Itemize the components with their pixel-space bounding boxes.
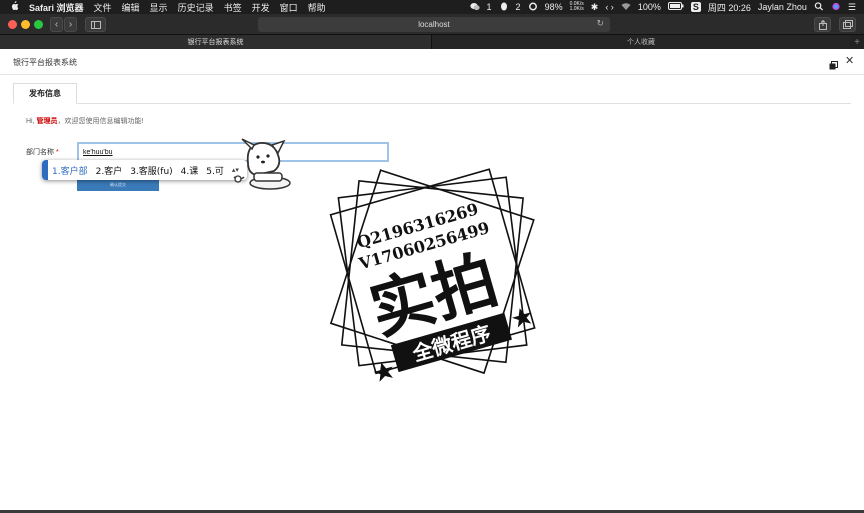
menu-file[interactable]: 文件 xyxy=(94,1,112,14)
watermark-stamp: Q2196316269 V17060256499 实拍 全微程序 xyxy=(329,168,536,382)
battery-icon[interactable] xyxy=(667,2,684,12)
web-page: 银行平台报表系统 ✕ 发布信息 Hi, 管理员，欢迎您使用信息编辑功能! 部门名… xyxy=(0,49,864,510)
siri-icon[interactable] xyxy=(831,2,841,13)
page-title: 银行平台报表系统 xyxy=(13,58,77,67)
battery-level: 100% xyxy=(637,2,661,12)
cpu-ring-icon xyxy=(528,2,538,13)
search-icon[interactable] xyxy=(814,1,824,13)
back-button[interactable]: ‹ xyxy=(50,17,63,32)
ime-accent-bar xyxy=(42,160,48,180)
minimize-window-button[interactable] xyxy=(21,20,30,29)
wechat-icon[interactable] xyxy=(469,2,480,13)
required-mark: * xyxy=(56,149,59,156)
user-name[interactable]: Jaylan Zhou xyxy=(758,2,807,12)
input-method-icon[interactable]: S xyxy=(690,2,701,12)
ime-candidate-4[interactable]: 4.课 xyxy=(181,164,199,177)
ime-candidate-2[interactable]: 2.客户 xyxy=(96,164,123,177)
new-tab-button[interactable]: + xyxy=(850,35,864,49)
greeting: Hi, 管理员，欢迎您使用信息编辑功能! xyxy=(26,116,143,126)
dept-label: 部门名称 * xyxy=(26,147,59,157)
zoom-window-button[interactable] xyxy=(34,20,43,29)
cpu-usage: 98% xyxy=(544,2,563,12)
net-speed: 0.0K/s 1.0K/s xyxy=(570,2,584,12)
tabs-icon[interactable] xyxy=(839,17,856,32)
sidebar-icon[interactable] xyxy=(85,17,106,32)
menu-edit[interactable]: 编辑 xyxy=(122,1,140,14)
address-bar[interactable]: localhost ↻ xyxy=(258,17,610,32)
list-icon[interactable]: ☰ xyxy=(848,2,856,13)
menu-develop[interactable]: 开发 xyxy=(252,1,270,14)
reload-icon[interactable]: ↻ xyxy=(596,18,604,29)
ime-candidate-3[interactable]: 3.客服(fu) xyxy=(130,164,172,177)
restore-icon[interactable] xyxy=(829,57,838,70)
close-icon[interactable]: ✕ xyxy=(845,54,854,67)
tab-report-system[interactable]: 银行平台报表系统 xyxy=(0,35,432,49)
menu-view[interactable]: 显示 xyxy=(150,1,168,14)
share-icon[interactable] xyxy=(814,17,831,32)
close-window-button[interactable] xyxy=(8,20,17,29)
menu-window[interactable]: 窗口 xyxy=(280,1,298,14)
wechat-count: 1 xyxy=(486,2,492,12)
admin-name: 管理员 xyxy=(36,118,58,125)
menu-bar: Safari 浏览器 文件 编辑 显示 历史记录 书签 开发 窗口 帮助 1 2… xyxy=(0,0,864,14)
menu-app-name[interactable]: Safari 浏览器 xyxy=(29,1,84,14)
menu-bookmarks[interactable]: 书签 xyxy=(224,1,242,14)
clock[interactable]: 周四 20:26 xyxy=(708,1,751,14)
menu-history[interactable]: 历史记录 xyxy=(178,1,214,14)
greeting-prefix: Hi, xyxy=(26,118,35,125)
content-tabbar: 发布信息 xyxy=(13,80,851,104)
dept-label-text: 部门名称 xyxy=(26,149,54,156)
tab-publish-info[interactable]: 发布信息 xyxy=(13,83,77,104)
apple-icon[interactable] xyxy=(10,1,19,13)
ime-candidate-5[interactable]: 5.可 xyxy=(206,164,224,177)
tab-favorites[interactable]: 个人收藏 xyxy=(432,35,850,49)
ime-candidate-window: 1.客户部 2.客户 3.客服(fu) 4.课 5.可 ▴▾ xyxy=(42,160,247,180)
browser-toolbar: ‹ › localhost ↻ xyxy=(0,14,864,35)
submit-button[interactable]: 确认提交 xyxy=(77,179,159,191)
wifi-icon[interactable] xyxy=(621,2,631,13)
page-header: 银行平台报表系统 ✕ xyxy=(0,49,864,75)
net-down: 1.0K/s xyxy=(569,6,584,12)
url-text: localhost xyxy=(418,20,450,29)
forward-button[interactable]: › xyxy=(64,17,77,32)
bluetooth-icon[interactable]: ✱ xyxy=(591,2,599,13)
ime-candidate-1[interactable]: 1.客户部 xyxy=(52,164,88,177)
qq-icon[interactable] xyxy=(499,2,509,13)
tab-strip: 银行平台报表系统 个人收藏 + xyxy=(0,35,864,49)
code-icon[interactable]: ‹ › xyxy=(605,2,614,12)
qq-count: 2 xyxy=(515,2,521,12)
greeting-suffix: ，欢迎您使用信息编辑功能! xyxy=(57,118,144,125)
ime-mascot-dog-icon xyxy=(226,137,292,193)
menu-help[interactable]: 帮助 xyxy=(308,1,326,14)
